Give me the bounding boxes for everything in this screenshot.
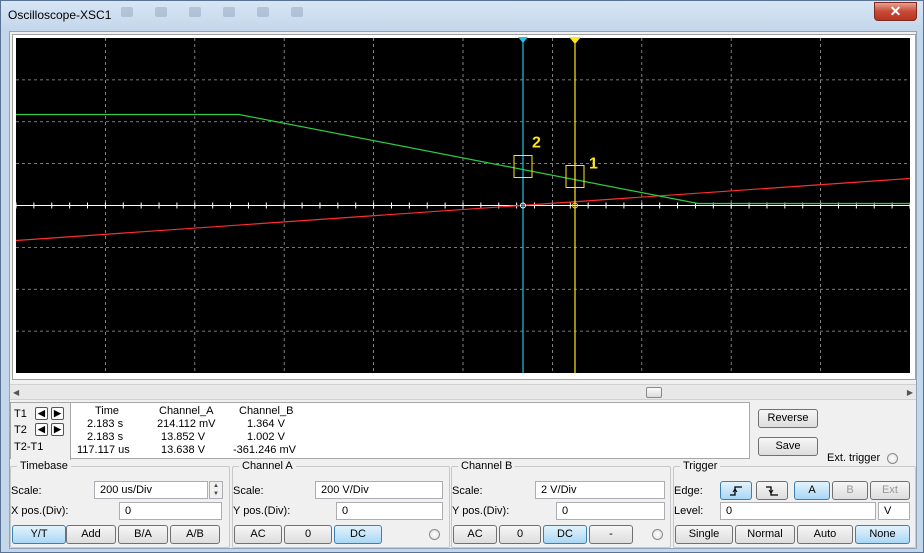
ghost-icon bbox=[121, 7, 133, 17]
spin-up-icon[interactable]: ▲ bbox=[210, 482, 222, 490]
cursor-labels: T1 ◀ ▶ T2 ◀ ▶ T2-T1 bbox=[11, 403, 71, 460]
channel-b-scale-field[interactable]: 2 V/Div bbox=[535, 481, 665, 499]
rising-edge-icon bbox=[730, 486, 742, 496]
trigger-none-button[interactable]: None bbox=[855, 525, 910, 544]
trigger-auto-button[interactable]: Auto bbox=[797, 525, 853, 544]
timebase-scale-label: Scale: bbox=[11, 485, 42, 497]
channel-b-dc-button[interactable]: DC bbox=[543, 525, 587, 544]
channel-a-zero-button[interactable]: 0 bbox=[284, 525, 332, 544]
header-channel-a: Channel_A bbox=[159, 405, 214, 417]
t2-label: T2 bbox=[14, 424, 27, 436]
channel-a-ac-button[interactable]: AC bbox=[234, 525, 282, 544]
channel-b-group: Channel B Scale: 2 V/Div Y pos.(Div): 0 … bbox=[451, 460, 671, 548]
channel-a-connector[interactable] bbox=[429, 529, 440, 540]
timebase-xpos-label: X pos.(Div): bbox=[11, 505, 69, 517]
trigger-single-button[interactable]: Single bbox=[675, 525, 733, 544]
ghost-icon bbox=[291, 7, 303, 17]
ext-trigger-label: Ext. trigger bbox=[827, 452, 881, 464]
timebase-ab-button[interactable]: A/B bbox=[170, 525, 220, 544]
trigger-edge-label: Edge: bbox=[674, 485, 703, 497]
timebase-yt-button[interactable]: Y/T bbox=[12, 525, 66, 544]
trigger-normal-button[interactable]: Normal bbox=[735, 525, 795, 544]
channel-b-minus-button[interactable]: - bbox=[589, 525, 633, 544]
channel-a-ypos-field[interactable]: 0 bbox=[336, 502, 443, 520]
channel-a-dc-button[interactable]: DC bbox=[334, 525, 382, 544]
t2-time: 2.183 s bbox=[87, 431, 124, 443]
t1-label: T1 bbox=[14, 408, 27, 420]
diff-time: 117.117 us bbox=[77, 444, 130, 456]
channel-a-title: Channel A bbox=[239, 460, 296, 472]
header-time: Time bbox=[95, 405, 120, 417]
ghost-icon bbox=[223, 7, 235, 17]
trigger-group: Trigger Edge: A B Ext Level: 0 V Single … bbox=[673, 460, 916, 548]
channel-a-scale-field[interactable]: 200 V/Div bbox=[315, 481, 443, 499]
title-bar[interactable]: Oscilloscope-XSC1 ✕ bbox=[1, 1, 923, 29]
t1-right-arrow-icon[interactable]: ▶ bbox=[51, 407, 64, 420]
channel-b-zero-button[interactable]: 0 bbox=[499, 525, 541, 544]
t2-left-arrow-icon[interactable]: ◀ bbox=[35, 423, 48, 436]
channel-a-ypos-label: Y pos.(Div): bbox=[233, 505, 291, 517]
scrollbar-thumb[interactable] bbox=[646, 387, 662, 398]
scope-display-frame: 21 bbox=[12, 34, 916, 380]
falling-edge-icon bbox=[766, 486, 778, 496]
t2-channel-b: 1.002 V bbox=[247, 431, 285, 443]
channel-a-group: Channel A Scale: 200 V/Div Y pos.(Div): … bbox=[232, 460, 450, 548]
toolbar-ghost-icons bbox=[121, 7, 351, 21]
timebase-ba-button[interactable]: B/A bbox=[118, 525, 168, 544]
close-button[interactable]: ✕ bbox=[874, 2, 917, 21]
trigger-source-b-button[interactable]: B bbox=[832, 481, 868, 500]
timebase-add-button[interactable]: Add bbox=[66, 525, 116, 544]
trigger-rising-edge-icon[interactable] bbox=[720, 481, 752, 500]
cursor-1-label: 1 bbox=[589, 156, 598, 173]
spin-down-icon[interactable]: ▼ bbox=[210, 490, 222, 498]
oscilloscope-window: Oscilloscope-XSC1 ✕ 21 ◀ ▶ T1 ◀ ▶ T2 ◀ ▶… bbox=[0, 0, 924, 553]
timebase-xpos-field[interactable]: 0 bbox=[119, 502, 222, 520]
channel-b-title: Channel B bbox=[458, 460, 516, 472]
t2-right-arrow-icon[interactable]: ▶ bbox=[51, 423, 64, 436]
cursor-2-label: 2 bbox=[532, 135, 541, 152]
trigger-source-a-button[interactable]: A bbox=[794, 481, 830, 500]
t1-channel-b: 1.364 V bbox=[247, 418, 285, 430]
ghost-icon bbox=[155, 7, 167, 17]
ghost-icon bbox=[189, 7, 201, 17]
window-title: Oscilloscope-XSC1 bbox=[8, 8, 112, 22]
channel-b-ypos-field[interactable]: 0 bbox=[556, 502, 665, 520]
ext-trigger-connector[interactable] bbox=[887, 453, 898, 464]
channel-a-scale-label: Scale: bbox=[233, 485, 264, 497]
header-channel-b: Channel_B bbox=[239, 405, 294, 417]
diff-channel-a: 13.638 V bbox=[161, 444, 206, 456]
horizontal-scrollbar[interactable]: ◀ ▶ bbox=[10, 384, 916, 400]
scope-screen[interactable]: 21 bbox=[13, 35, 915, 379]
reverse-button[interactable]: Reverse bbox=[758, 409, 818, 428]
scroll-right-icon[interactable]: ▶ bbox=[907, 388, 913, 397]
timebase-title: Timebase bbox=[17, 460, 71, 472]
diff-channel-b: -361.246 mV bbox=[233, 444, 296, 456]
channel-b-scale-label: Scale: bbox=[452, 485, 483, 497]
t2-t1-label: T2-T1 bbox=[14, 441, 44, 453]
trigger-level-label: Level: bbox=[674, 505, 704, 517]
instrument-panel: 21 ◀ ▶ T1 ◀ ▶ T2 ◀ ▶ T2-T1 Time Channel_… bbox=[9, 31, 917, 549]
trigger-title: Trigger bbox=[680, 460, 721, 472]
channel-b-ypos-label: Y pos.(Div): bbox=[452, 505, 510, 517]
ghost-icon bbox=[257, 7, 269, 17]
trigger-level-field[interactable]: 0 bbox=[720, 502, 876, 520]
trigger-falling-edge-icon[interactable] bbox=[756, 481, 788, 500]
scroll-left-icon[interactable]: ◀ bbox=[13, 388, 19, 397]
t1-time: 2.183 s bbox=[87, 418, 124, 430]
t2-channel-a: 13.852 V bbox=[161, 431, 206, 443]
trigger-source-ext-button[interactable]: Ext bbox=[870, 481, 910, 500]
measurement-readout: T1 ◀ ▶ T2 ◀ ▶ T2-T1 Time Channel_A Chann… bbox=[10, 402, 750, 460]
t1-left-arrow-icon[interactable]: ◀ bbox=[35, 407, 48, 420]
timebase-scale-spinner[interactable]: ▲ ▼ bbox=[209, 481, 223, 499]
save-button[interactable]: Save bbox=[758, 437, 818, 456]
timebase-group: Timebase Scale: 200 us/Div ▲ ▼ X pos.(Div… bbox=[10, 460, 230, 548]
t1-channel-a: 214.112 mV bbox=[157, 418, 216, 430]
trigger-level-unit[interactable]: V bbox=[878, 502, 910, 520]
channel-b-connector[interactable] bbox=[652, 529, 663, 540]
timebase-scale-field[interactable]: 200 us/Div bbox=[94, 481, 208, 499]
channel-b-ac-button[interactable]: AC bbox=[453, 525, 497, 544]
